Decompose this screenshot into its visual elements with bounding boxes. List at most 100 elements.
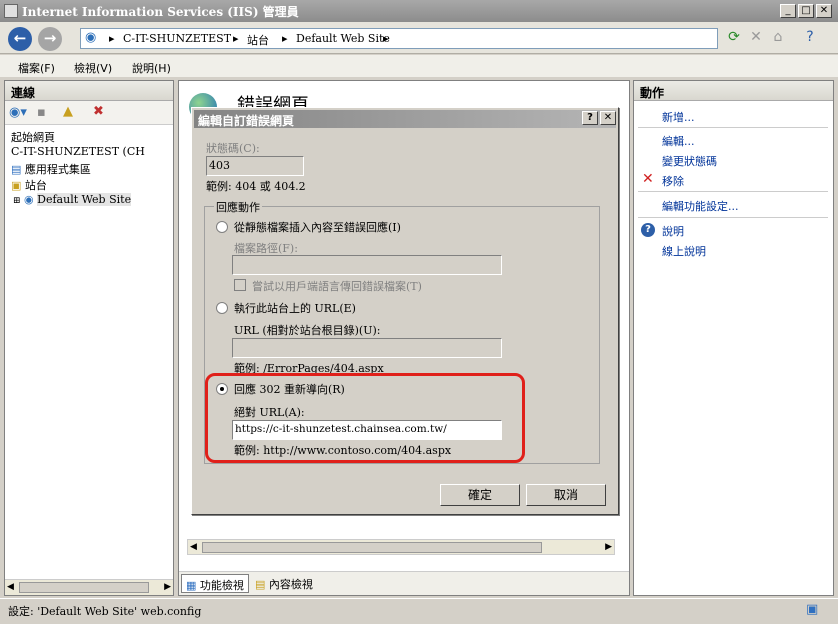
scroll-right-icon[interactable]: ▶ bbox=[605, 542, 612, 552]
scroll-left-icon[interactable]: ◀ bbox=[7, 582, 14, 592]
dialog-title-bar: 編輯自訂錯誤網頁 bbox=[194, 110, 616, 128]
connections-hscrollbar[interactable]: ◀ ▶ bbox=[5, 579, 173, 595]
disconnect-icon[interactable]: ✖ bbox=[93, 104, 104, 119]
breadcrumb-site[interactable]: Default Web Site bbox=[296, 32, 390, 45]
dialog-title: 編輯自訂錯誤網頁 bbox=[198, 114, 295, 128]
try-locale-label: 嘗試以用戶端語言傳回錯誤檔案(T) bbox=[252, 280, 422, 293]
action-add[interactable]: 新增... bbox=[662, 109, 695, 125]
actions-pane: 動作 新增... 編輯... 變更狀態碼 ✕ 移除 編輯功能設定... ? 說明… bbox=[633, 80, 834, 596]
tab-features-label: 功能檢視 bbox=[199, 579, 244, 592]
address-bar[interactable]: ◉ ▸ C-IT-SHUNZETEST ▸ 站台 ▸ Default Web S… bbox=[80, 28, 718, 49]
title-bar: Internet Information Services (IIS) 管理員 … bbox=[0, 0, 838, 22]
action-change-status[interactable]: 變更狀態碼 bbox=[662, 153, 717, 169]
menu-bar: 檔案(F) 檢視(V) 說明(H) bbox=[0, 55, 838, 77]
status-text: 設定: 'Default Web Site' web.config bbox=[8, 605, 202, 618]
scroll-left-icon[interactable]: ◀ bbox=[190, 542, 197, 552]
help-icon[interactable]: ? bbox=[800, 27, 820, 49]
app-pool-icon: ▤ bbox=[11, 163, 22, 176]
tree-sites-label: 站台 bbox=[24, 179, 47, 192]
action-edit-feature-settings[interactable]: 編輯功能設定... bbox=[662, 198, 739, 214]
menu-file[interactable]: 檔案(F) bbox=[18, 60, 55, 76]
relative-url-input[interactable] bbox=[232, 338, 502, 358]
site-globe-icon: ◉ bbox=[24, 193, 34, 206]
action-help[interactable]: 說明 bbox=[662, 223, 684, 239]
divider bbox=[638, 217, 828, 218]
status-code-label: 狀態碼(C): bbox=[206, 142, 260, 155]
actions-header: 動作 bbox=[634, 81, 833, 101]
minimize-button[interactable]: _ bbox=[780, 4, 796, 18]
radio-execute-url[interactable] bbox=[216, 302, 228, 314]
try-locale-checkbox[interactable] bbox=[234, 279, 246, 291]
dialog-close-button[interactable]: ✕ bbox=[600, 111, 616, 125]
save-icon[interactable]: ▪ bbox=[37, 105, 46, 120]
back-arrow-icon[interactable]: ← bbox=[8, 27, 32, 51]
globe-icon: ◉ bbox=[85, 30, 97, 45]
dialog-help-button[interactable]: ? bbox=[582, 111, 598, 125]
breadcrumb-server[interactable]: C-IT-SHUNZETEST bbox=[123, 32, 231, 45]
view-tabs: ▦ 功能檢視 ▤ 內容檢視 bbox=[179, 571, 629, 595]
help-circle-icon: ? bbox=[641, 223, 655, 237]
connect-icon[interactable]: ◉▾ bbox=[9, 105, 27, 120]
tree-app-pools-label: 應用程式集區 bbox=[24, 163, 91, 176]
forward-arrow-icon[interactable]: → bbox=[38, 27, 62, 51]
breadcrumb-separator: ▸ bbox=[233, 32, 239, 45]
action-remove[interactable]: 移除 bbox=[662, 173, 684, 189]
scroll-thumb[interactable] bbox=[19, 582, 149, 593]
iis-app-icon bbox=[4, 4, 18, 18]
radio-static-file-label[interactable]: 從靜態檔案插入內容至錯誤回應(I) bbox=[234, 219, 401, 235]
tree-app-pools[interactable]: ▤ 應用程式集區 bbox=[11, 161, 91, 177]
breadcrumb-separator: ▸ bbox=[383, 32, 389, 45]
connections-toolbar: ◉▾ ▪ ▲ ✖ bbox=[5, 101, 173, 125]
response-action-label: 回應動作 bbox=[214, 199, 262, 215]
scroll-right-icon[interactable]: ▶ bbox=[164, 582, 171, 592]
tree-start-page[interactable]: 起始網頁 bbox=[11, 129, 55, 145]
action-online-help[interactable]: 線上說明 bbox=[662, 243, 706, 259]
sites-folder-icon: ▣ bbox=[11, 179, 22, 192]
highlight-annotation bbox=[205, 373, 525, 463]
breadcrumb-separator: ▸ bbox=[282, 32, 288, 45]
status-bar: 設定: 'Default Web Site' web.config ▣ bbox=[0, 598, 838, 624]
tree-default-site[interactable]: ⊞ ◉ Default Web Site bbox=[13, 193, 132, 206]
relative-url-label: URL (相對於站台根目錄)(U): bbox=[234, 324, 381, 337]
radio-static-file[interactable] bbox=[216, 221, 228, 233]
tree-sites[interactable]: ▣ 站台 bbox=[11, 177, 47, 193]
features-view-icon: ▦ bbox=[186, 579, 197, 592]
home-icon[interactable]: ⌂ bbox=[768, 27, 788, 49]
file-path-input[interactable] bbox=[232, 255, 502, 275]
connections-header: 連線 bbox=[5, 81, 173, 101]
close-button[interactable]: ✕ bbox=[816, 4, 832, 18]
remove-icon: ✕ bbox=[642, 171, 654, 187]
status-code-value: 403 bbox=[209, 159, 230, 172]
network-icon: ▣ bbox=[806, 602, 819, 617]
scroll-thumb[interactable] bbox=[202, 542, 542, 553]
breadcrumb-sites[interactable]: 站台 bbox=[247, 32, 269, 48]
divider bbox=[638, 191, 828, 192]
tree-server-label: C-IT-SHUNZETEST (CH bbox=[11, 145, 145, 158]
status-code-field: 403 bbox=[206, 156, 304, 176]
content-view-icon: ▤ bbox=[255, 578, 266, 591]
stop-icon[interactable]: ✕ bbox=[746, 27, 766, 49]
navigation-bar: ← → ◉ ▸ C-IT-SHUNZETEST ▸ 站台 ▸ Default W… bbox=[0, 22, 838, 54]
cancel-button[interactable]: 取消 bbox=[526, 484, 606, 506]
radio-execute-url-label[interactable]: 執行此站台上的 URL(E) bbox=[234, 300, 356, 316]
tab-features-view[interactable]: ▦ 功能檢視 bbox=[181, 574, 249, 593]
connections-pane: 連線 ◉▾ ▪ ▲ ✖ 起始網頁 C-IT-SHUNZETEST (CH ▤ 應… bbox=[4, 80, 174, 596]
file-path-label: 檔案路徑(F): bbox=[234, 242, 298, 255]
refresh-icon[interactable]: ⟳ bbox=[724, 27, 744, 49]
menu-help[interactable]: 說明(H) bbox=[132, 60, 171, 76]
maximize-button[interactable]: □ bbox=[798, 4, 814, 18]
tree-default-site-label: Default Web Site bbox=[37, 193, 132, 206]
tab-content-label: 內容檢視 bbox=[268, 578, 313, 591]
tab-content-view[interactable]: ▤ 內容檢視 bbox=[255, 576, 313, 592]
breadcrumb-separator: ▸ bbox=[109, 32, 115, 45]
up-folder-icon[interactable]: ▲ bbox=[63, 104, 73, 119]
tree-server[interactable]: C-IT-SHUNZETEST (CH bbox=[11, 145, 145, 158]
action-edit[interactable]: 編輯... bbox=[662, 133, 695, 149]
tree-expand-icon[interactable]: ⊞ bbox=[13, 196, 21, 206]
feature-hscrollbar[interactable]: ◀ ▶ bbox=[187, 539, 615, 555]
window-title: Internet Information Services (IIS) 管理員 bbox=[22, 5, 299, 19]
menu-view[interactable]: 檢視(V) bbox=[74, 60, 112, 76]
divider bbox=[638, 127, 828, 128]
ok-button[interactable]: 確定 bbox=[440, 484, 520, 506]
status-code-example: 範例: 404 或 404.2 bbox=[206, 180, 306, 193]
